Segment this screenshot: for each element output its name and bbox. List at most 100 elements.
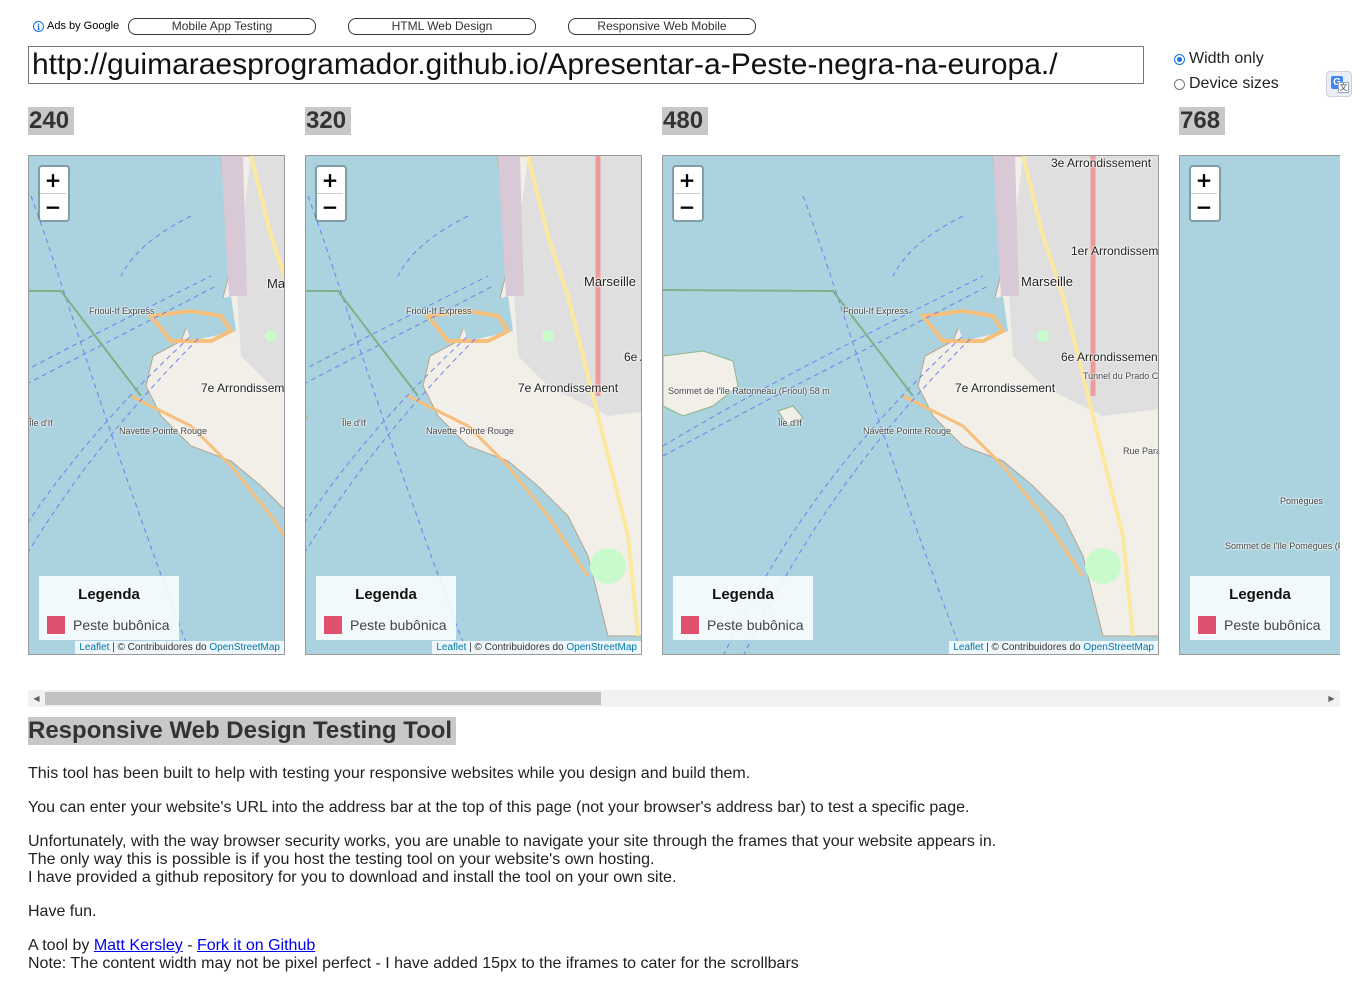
map-place-label: 7e Arrondissement <box>518 381 619 395</box>
legend-label: Peste bubônica <box>350 617 447 633</box>
ads-label[interactable]: i Ads by Google <box>33 20 119 32</box>
frame-column-240: 240 Ma 7e Arrondissem Frioul-If Express … <box>28 100 285 655</box>
security-line-1: Unfortunately, with the way browser secu… <box>28 833 997 850</box>
attribution-text: | © Contribuidores do <box>983 642 1084 653</box>
map-place-label: Sommet de l'île Pomègues (Frioul) <box>1225 541 1340 551</box>
map-place-label: Sommet de l'île Ratonneau (Frioul) 58 m <box>668 386 830 396</box>
map-place-label: 6e Arrondissement <box>624 350 641 364</box>
map-place-label: Marseille <box>267 276 285 291</box>
zoom-out-button[interactable]: − <box>1191 194 1217 220</box>
author-link[interactable]: Matt Kersley <box>94 937 183 954</box>
map-frame[interactable]: Marseille 7e Arrondissement 6e Arrondissem… <box>305 155 642 655</box>
zoom-out-button[interactable]: − <box>317 194 343 220</box>
security-line-3: I have provided a github repository for … <box>28 869 677 886</box>
url-help-paragraph: You can enter your website's URL into th… <box>28 799 970 816</box>
map-place-label: Frioul-If Express <box>406 306 472 316</box>
credit-separator: - <box>182 937 197 954</box>
map-legend: Legenda Peste bubônica <box>673 576 813 640</box>
map-place-label: Frioul-If Express <box>89 306 155 316</box>
legend-swatch <box>1198 616 1216 634</box>
attribution-text: | © Contribuidores do <box>466 642 567 653</box>
width-only-label[interactable]: Width only <box>1189 50 1264 68</box>
scroll-left-arrow-icon[interactable]: ◀ <box>28 690 45 707</box>
map-place-label: Navette Pointe Rouge <box>863 426 952 436</box>
frame-column-480: 480 Marseille 7e Arrondissement 6e Arron… <box>662 100 1159 655</box>
legend-swatch <box>47 616 65 634</box>
zoom-in-button[interactable]: + <box>674 167 700 194</box>
map-place-label: Navette Pointe Rouge <box>426 426 515 436</box>
ad-link-mobile-app-testing[interactable]: Mobile App Testing <box>128 18 316 35</box>
scrollbar-thumb[interactable] <box>45 692 601 705</box>
info-icon[interactable]: i <box>33 20 44 32</box>
frames-scrollbar[interactable]: ◀ ▶ <box>28 690 1340 707</box>
leaflet-link[interactable]: Leaflet <box>79 642 109 653</box>
device-sizes-label[interactable]: Device sizes <box>1189 75 1279 93</box>
leaflet-link[interactable]: Leaflet <box>436 642 466 653</box>
intro-paragraph: This tool has been built to help with te… <box>28 765 751 782</box>
zoom-out-button[interactable]: − <box>40 194 66 220</box>
map-place-label: 7e Arrondissement <box>955 381 1056 395</box>
page-title: Responsive Web Design Testing Tool <box>28 717 457 745</box>
url-input[interactable] <box>28 46 1144 84</box>
map-place-label: Frioul-If Express <box>843 306 909 316</box>
zoom-control: + − <box>1189 165 1221 222</box>
ad-link-html-web-design[interactable]: HTML Web Design <box>348 18 536 35</box>
frame-width-label: 480 <box>662 107 709 135</box>
map-frame[interactable]: Pomègues Sommet de l'île Pomègues (Frioul… <box>1179 155 1340 655</box>
width-only-option[interactable]: Width only <box>1174 50 1264 68</box>
openstreetmap-link[interactable]: OpenStreetMap <box>566 642 637 653</box>
map-place-label: Rue Paradis <box>1123 446 1158 456</box>
zoom-in-button[interactable]: + <box>40 167 66 194</box>
attribution-text: | © Contribuidores do <box>109 642 210 653</box>
openstreetmap-link[interactable]: OpenStreetMap <box>209 642 280 653</box>
frame-width-label: 240 <box>28 107 75 135</box>
zoom-control: + − <box>38 165 70 222</box>
map-place-label: 7e Arrondissement <box>201 381 285 395</box>
legend-label: Peste bubônica <box>1224 617 1321 633</box>
security-line-2: The only way this is possible is if you … <box>28 851 655 868</box>
map-attribution: Leaflet | © Contribuidores do OpenStreet… <box>75 641 284 654</box>
legend-title: Legenda <box>712 586 774 603</box>
map-place-label: Marseille <box>1021 274 1074 289</box>
zoom-in-button[interactable]: + <box>317 167 343 194</box>
legend-title: Legenda <box>355 586 417 603</box>
zoom-out-button[interactable]: − <box>674 194 700 220</box>
credit-line: A tool by Matt Kersley - Fork it on Gith… <box>28 937 799 955</box>
frame-width-label: 320 <box>305 107 352 135</box>
frame-column-768: 768 Pomègues Sommet de l'île Pomègues (… <box>1179 100 1340 655</box>
frame-width-label: 768 <box>1179 107 1226 135</box>
map-place-label: 1er Arrondissement <box>1071 244 1159 258</box>
scroll-right-arrow-icon[interactable]: ▶ <box>1323 690 1340 707</box>
legend-label: Peste bubônica <box>73 617 170 633</box>
openstreetmap-link[interactable]: OpenStreetMap <box>1083 642 1154 653</box>
map-place-label: Pomègues <box>1280 496 1324 506</box>
legend-swatch <box>324 616 342 634</box>
github-fork-link[interactable]: Fork it on Github <box>197 937 315 954</box>
leaflet-link[interactable]: Leaflet <box>953 642 983 653</box>
map-attribution: Leaflet | © Contribuidores do OpenStreet… <box>432 641 641 654</box>
map-place-label: Navette Pointe Rouge <box>119 426 208 436</box>
map-legend: Legenda Peste bubônica <box>1190 576 1330 640</box>
zoom-control: + − <box>315 165 347 222</box>
map-place-label: Île d'If <box>29 418 53 428</box>
ads-label-text: Ads by Google <box>47 20 120 32</box>
device-sizes-option[interactable]: Device sizes <box>1174 75 1279 93</box>
note-line: Note: The content width may not be pixel… <box>28 955 799 972</box>
ad-link-responsive-web-mobile[interactable]: Responsive Web Mobile <box>568 18 756 35</box>
map-attribution: Leaflet | © Contribuidores do OpenStreet… <box>949 641 1158 654</box>
width-only-radio[interactable] <box>1174 53 1185 65</box>
map-frame[interactable]: Marseille 7e Arrondissement 6e Arrondissem… <box>662 155 1159 655</box>
zoom-control: + − <box>672 165 704 222</box>
have-fun-paragraph: Have fun. <box>28 903 97 920</box>
map-place-label: 6e Arrondissement <box>1061 350 1159 364</box>
map-frame[interactable]: Marseille 7e Arrondissement Frioul-If Expr… <box>28 155 285 655</box>
map-place-label: Île d'If <box>342 418 366 428</box>
map-place-label: Marseille <box>584 274 637 289</box>
device-sizes-radio[interactable] <box>1174 78 1185 90</box>
map-place-label: Tunnel du Prado Carénage <box>1083 371 1159 381</box>
legend-title: Legenda <box>1229 586 1291 603</box>
map-legend: Legenda Peste bubônica <box>316 576 456 640</box>
google-translate-icon[interactable]: G文 <box>1326 71 1352 97</box>
frames-container: 240 Ma 7e Arrondissem Frioul-If Express … <box>0 100 1340 690</box>
zoom-in-button[interactable]: + <box>1191 167 1217 194</box>
